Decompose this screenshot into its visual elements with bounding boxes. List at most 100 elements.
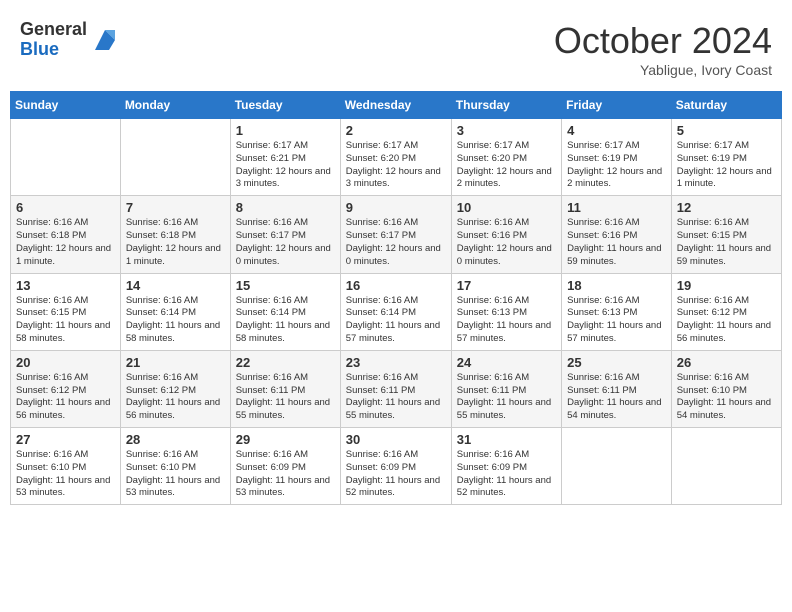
day-info: Sunrise: 6:16 AM Sunset: 6:13 PM Dayligh…	[457, 295, 556, 346]
day-number: 9	[346, 200, 446, 215]
day-number: 30	[346, 432, 446, 447]
day-number: 7	[126, 200, 225, 215]
month-title: October 2024	[554, 20, 772, 62]
calendar-table: SundayMondayTuesdayWednesdayThursdayFrid…	[10, 91, 782, 505]
calendar-cell: 12 Sunrise: 6:16 AM Sunset: 6:15 PM Dayli…	[671, 196, 781, 273]
day-info: Sunrise: 6:16 AM Sunset: 6:09 PM Dayligh…	[236, 449, 335, 500]
weekday-header-wednesday: Wednesday	[340, 92, 451, 119]
day-info: Sunrise: 6:16 AM Sunset: 6:14 PM Dayligh…	[236, 295, 335, 346]
day-number: 18	[567, 278, 666, 293]
weekday-header-monday: Monday	[120, 92, 230, 119]
day-info: Sunrise: 6:16 AM Sunset: 6:15 PM Dayligh…	[16, 295, 115, 346]
day-number: 6	[16, 200, 115, 215]
calendar-week-row: 1 Sunrise: 6:17 AM Sunset: 6:21 PM Daylig…	[11, 119, 782, 196]
calendar-cell: 2 Sunrise: 6:17 AM Sunset: 6:20 PM Daylig…	[340, 119, 451, 196]
day-number: 26	[677, 355, 776, 370]
calendar-cell: 13 Sunrise: 6:16 AM Sunset: 6:15 PM Dayli…	[11, 273, 121, 350]
calendar-cell: 29 Sunrise: 6:16 AM Sunset: 6:09 PM Dayli…	[230, 428, 340, 505]
day-number: 25	[567, 355, 666, 370]
day-number: 13	[16, 278, 115, 293]
day-info: Sunrise: 6:16 AM Sunset: 6:09 PM Dayligh…	[457, 449, 556, 500]
day-number: 19	[677, 278, 776, 293]
day-number: 15	[236, 278, 335, 293]
day-number: 17	[457, 278, 556, 293]
day-number: 2	[346, 123, 446, 138]
day-info: Sunrise: 6:16 AM Sunset: 6:10 PM Dayligh…	[16, 449, 115, 500]
day-number: 31	[457, 432, 556, 447]
day-info: Sunrise: 6:17 AM Sunset: 6:21 PM Dayligh…	[236, 140, 335, 191]
weekday-header-saturday: Saturday	[671, 92, 781, 119]
calendar-week-row: 6 Sunrise: 6:16 AM Sunset: 6:18 PM Daylig…	[11, 196, 782, 273]
calendar-cell: 24Sunrise: 6:16 AM Sunset: 6:11 PM Dayli…	[451, 350, 561, 427]
logo-icon	[91, 26, 119, 54]
day-number: 10	[457, 200, 556, 215]
day-number: 20	[16, 355, 115, 370]
day-info: Sunrise: 6:16 AM Sunset: 6:14 PM Dayligh…	[346, 295, 446, 346]
day-info: Sunrise: 6:16 AM Sunset: 6:12 PM Dayligh…	[16, 372, 115, 423]
day-info: Sunrise: 6:17 AM Sunset: 6:19 PM Dayligh…	[677, 140, 776, 191]
calendar-cell	[562, 428, 672, 505]
calendar-cell	[11, 119, 121, 196]
calendar-cell: 27 Sunrise: 6:16 AM Sunset: 6:10 PM Dayli…	[11, 428, 121, 505]
day-number: 14	[126, 278, 225, 293]
logo-general-text: General	[20, 20, 87, 40]
calendar-cell: 19Sunrise: 6:16 AM Sunset: 6:12 PM Dayli…	[671, 273, 781, 350]
calendar-cell: 7Sunrise: 6:16 AM Sunset: 6:18 PM Daylig…	[120, 196, 230, 273]
calendar-cell: 23 Sunrise: 6:16 AM Sunset: 6:11 PM Dayli…	[340, 350, 451, 427]
calendar-week-row: 20 Sunrise: 6:16 AM Sunset: 6:12 PM Dayli…	[11, 350, 782, 427]
day-number: 12	[677, 200, 776, 215]
day-number: 22	[236, 355, 335, 370]
logo: General Blue	[20, 20, 119, 60]
day-number: 29	[236, 432, 335, 447]
day-number: 3	[457, 123, 556, 138]
day-info: Sunrise: 6:16 AM Sunset: 6:17 PM Dayligh…	[236, 217, 335, 268]
day-info: Sunrise: 6:16 AM Sunset: 6:10 PM Dayligh…	[677, 372, 776, 423]
calendar-cell	[671, 428, 781, 505]
day-number: 11	[567, 200, 666, 215]
day-info: Sunrise: 6:16 AM Sunset: 6:12 PM Dayligh…	[126, 372, 225, 423]
day-info: Sunrise: 6:17 AM Sunset: 6:20 PM Dayligh…	[457, 140, 556, 191]
day-number: 8	[236, 200, 335, 215]
calendar-cell: 1 Sunrise: 6:17 AM Sunset: 6:21 PM Daylig…	[230, 119, 340, 196]
calendar-cell: 25 Sunrise: 6:16 AM Sunset: 6:11 PM Dayli…	[562, 350, 672, 427]
day-info: Sunrise: 6:16 AM Sunset: 6:13 PM Dayligh…	[567, 295, 666, 346]
day-info: Sunrise: 6:16 AM Sunset: 6:11 PM Dayligh…	[236, 372, 335, 423]
day-info: Sunrise: 6:16 AM Sunset: 6:18 PM Dayligh…	[16, 217, 115, 268]
calendar-cell	[120, 119, 230, 196]
day-number: 16	[346, 278, 446, 293]
weekday-header-thursday: Thursday	[451, 92, 561, 119]
day-number: 28	[126, 432, 225, 447]
day-info: Sunrise: 6:17 AM Sunset: 6:19 PM Dayligh…	[567, 140, 666, 191]
calendar-cell: 5 Sunrise: 6:17 AM Sunset: 6:19 PM Daylig…	[671, 119, 781, 196]
calendar-cell: 16 Sunrise: 6:16 AM Sunset: 6:14 PM Dayli…	[340, 273, 451, 350]
day-number: 23	[346, 355, 446, 370]
calendar-cell: 21 Sunrise: 6:16 AM Sunset: 6:12 PM Dayli…	[120, 350, 230, 427]
day-info: Sunrise: 6:16 AM Sunset: 6:14 PM Dayligh…	[126, 295, 225, 346]
day-info: Sunrise: 6:16 AM Sunset: 6:11 PM Dayligh…	[346, 372, 446, 423]
day-number: 5	[677, 123, 776, 138]
page-header: General Blue October 2024 Yabligue, Ivor…	[10, 10, 782, 83]
day-info: Sunrise: 6:17 AM Sunset: 6:20 PM Dayligh…	[346, 140, 446, 191]
weekday-header-sunday: Sunday	[11, 92, 121, 119]
calendar-cell: 15 Sunrise: 6:16 AM Sunset: 6:14 PM Dayli…	[230, 273, 340, 350]
calendar-cell: 17 Sunrise: 6:16 AM Sunset: 6:13 PM Dayli…	[451, 273, 561, 350]
day-number: 1	[236, 123, 335, 138]
calendar-cell: 11Sunrise: 6:16 AM Sunset: 6:16 PM Dayli…	[562, 196, 672, 273]
calendar-cell: 4 Sunrise: 6:17 AM Sunset: 6:19 PM Daylig…	[562, 119, 672, 196]
day-number: 4	[567, 123, 666, 138]
day-number: 24	[457, 355, 556, 370]
day-number: 27	[16, 432, 115, 447]
calendar-cell: 10 Sunrise: 6:16 AM Sunset: 6:16 PM Dayli…	[451, 196, 561, 273]
weekday-header-friday: Friday	[562, 92, 672, 119]
calendar-cell: 9Sunrise: 6:16 AM Sunset: 6:17 PM Daylig…	[340, 196, 451, 273]
weekday-header-row: SundayMondayTuesdayWednesdayThursdayFrid…	[11, 92, 782, 119]
day-info: Sunrise: 6:16 AM Sunset: 6:11 PM Dayligh…	[567, 372, 666, 423]
day-info: Sunrise: 6:16 AM Sunset: 6:16 PM Dayligh…	[457, 217, 556, 268]
day-info: Sunrise: 6:16 AM Sunset: 6:10 PM Dayligh…	[126, 449, 225, 500]
day-info: Sunrise: 6:16 AM Sunset: 6:15 PM Dayligh…	[677, 217, 776, 268]
calendar-cell: 28 Sunrise: 6:16 AM Sunset: 6:10 PM Dayli…	[120, 428, 230, 505]
calendar-cell: 22 Sunrise: 6:16 AM Sunset: 6:11 PM Dayli…	[230, 350, 340, 427]
calendar-cell: 18 Sunrise: 6:16 AM Sunset: 6:13 PM Dayli…	[562, 273, 672, 350]
calendar-cell: 31 Sunrise: 6:16 AM Sunset: 6:09 PM Dayli…	[451, 428, 561, 505]
day-number: 21	[126, 355, 225, 370]
